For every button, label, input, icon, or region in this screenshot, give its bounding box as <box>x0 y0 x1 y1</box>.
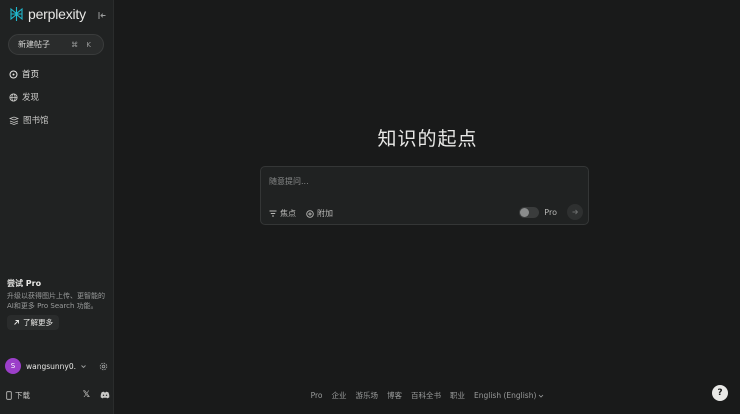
perplexity-logo-icon <box>10 7 23 21</box>
home-search-icon <box>9 70 18 78</box>
footer-link-playground[interactable]: 游乐场 <box>356 390 379 401</box>
new-thread-label: 新建帖子 <box>18 40 50 49</box>
main-content: 知识的起点 焦点 附加 Pro <box>113 0 740 414</box>
download-button[interactable]: 下载 <box>6 390 30 401</box>
sidebar-item-library[interactable]: 图书馆 <box>9 114 109 126</box>
user-name: wangsunny0... <box>26 361 76 371</box>
ask-input[interactable] <box>269 177 579 186</box>
filter-icon <box>269 210 277 217</box>
collapse-icon <box>98 11 105 19</box>
new-thread-button[interactable]: 新建帖子 ⌘ K <box>8 34 104 55</box>
library-icon <box>9 116 19 125</box>
logo-text: perplexity <box>28 6 86 22</box>
download-label: 下载 <box>15 390 30 400</box>
language-selector[interactable]: English (English) <box>474 390 544 401</box>
globe-icon <box>9 92 18 102</box>
footer-link-enterprise[interactable]: 企业 <box>332 390 347 401</box>
sidebar-item-label: 发现 <box>22 93 40 103</box>
sidebar-footer: 下载 𝕏 <box>6 389 110 401</box>
sidebar: perplexity 新建帖子 ⌘ K 首页 发现 图书馆 尝试 Pro 升级以… <box>0 0 113 414</box>
discord-icon[interactable] <box>100 391 110 399</box>
arrow-right-icon <box>572 209 579 215</box>
try-pro-description: 升级以获得图片上传、更智能的AI和更多 Pro Search 功能。 <box>7 292 105 310</box>
footer-links: Pro 企业 游乐场 博客 百科全书 职业 English (English) <box>114 390 740 401</box>
pro-toggle-label: Pro <box>544 207 557 217</box>
pro-toggle[interactable] <box>519 206 540 218</box>
chevron-down-icon <box>539 394 544 398</box>
collapse-sidebar-button[interactable] <box>96 9 108 21</box>
sidebar-item-home[interactable]: 首页 <box>9 68 109 80</box>
x-twitter-icon[interactable]: 𝕏 <box>83 390 90 400</box>
plus-circle-icon <box>306 209 314 218</box>
help-button[interactable]: ? <box>712 385 728 401</box>
footer-link-careers[interactable]: 职业 <box>450 390 465 401</box>
sidebar-item-label: 首页 <box>22 70 40 80</box>
toggle-knob <box>520 207 530 217</box>
sidebar-nav: 首页 发现 图书馆 <box>9 68 109 137</box>
focus-label: 焦点 <box>280 209 296 218</box>
submit-button[interactable] <box>567 204 583 220</box>
sidebar-item-discover[interactable]: 发现 <box>9 91 109 103</box>
learn-more-button[interactable]: 了解更多 <box>7 315 59 330</box>
try-pro-card: 尝试 Pro 升级以获得图片上传、更智能的AI和更多 Pro Search 功能… <box>7 278 107 330</box>
language-label: English (English) <box>474 391 537 400</box>
attach-button[interactable]: 附加 <box>306 208 333 219</box>
mobile-icon <box>6 390 12 400</box>
page-title: 知识的起点 <box>377 128 478 150</box>
learn-more-label: 了解更多 <box>23 318 53 327</box>
ask-actions: Pro <box>519 204 583 220</box>
ask-box: 焦点 附加 Pro <box>260 166 589 225</box>
gear-icon[interactable] <box>99 362 108 371</box>
try-pro-title: 尝试 Pro <box>7 279 42 288</box>
footer-link-blog[interactable]: 博客 <box>387 390 402 401</box>
avatar: S <box>5 358 21 374</box>
arrow-up-right-icon <box>14 320 19 325</box>
attach-label: 附加 <box>317 209 333 218</box>
footer-link-encyclopedia[interactable]: 百科全书 <box>411 390 441 401</box>
footer-link-pro[interactable]: Pro <box>311 390 323 401</box>
sidebar-item-label: 图书馆 <box>23 116 49 126</box>
ask-tools: 焦点 附加 <box>269 208 333 219</box>
user-menu[interactable]: S wangsunny0... <box>5 357 110 375</box>
new-thread-shortcut: ⌘ K <box>71 40 94 49</box>
logo[interactable]: perplexity <box>9 6 86 22</box>
chevron-down-icon <box>81 364 86 368</box>
focus-button[interactable]: 焦点 <box>269 208 296 219</box>
